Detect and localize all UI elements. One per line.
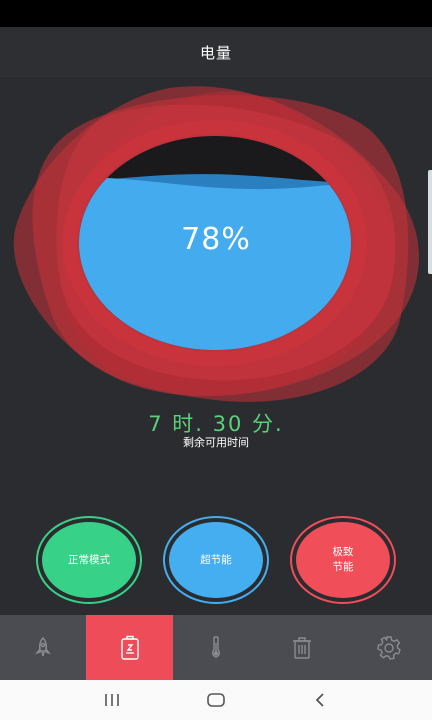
- recents-button[interactable]: [92, 680, 132, 720]
- normal-mode-button[interactable]: 正常模式: [36, 516, 142, 604]
- home-icon: [207, 693, 225, 707]
- normal-mode-label: 正常模式: [42, 522, 136, 598]
- battery-percent: 78%: [181, 222, 251, 257]
- app-screen: 电量 78% 7 时. 30 分. 剩余可用时间 正常模式 超节能 极致 节能: [0, 0, 432, 720]
- tab-clean[interactable]: [259, 615, 345, 680]
- system-navigation-bar: [0, 680, 432, 720]
- super-saver-label: 超节能: [169, 522, 263, 598]
- tab-temperature[interactable]: [173, 615, 259, 680]
- extreme-saver-label: 极致 节能: [296, 522, 390, 598]
- tab-settings[interactable]: [346, 615, 432, 680]
- rocket-icon: [35, 636, 52, 656]
- home-button[interactable]: [196, 680, 236, 720]
- page-title: 电量: [199, 44, 232, 62]
- back-button[interactable]: [300, 680, 340, 720]
- remaining-time-caption: 剩余可用时间: [183, 436, 249, 449]
- thermometer-icon: [211, 635, 220, 658]
- tab-battery[interactable]: [86, 615, 173, 680]
- app-header: 电量: [0, 27, 432, 79]
- super-saver-button[interactable]: 超节能: [163, 516, 269, 604]
- back-icon: [315, 693, 324, 707]
- gear-icon: [376, 635, 401, 660]
- extreme-saver-button[interactable]: 极致 节能: [290, 516, 396, 604]
- trash-icon: [293, 636, 312, 659]
- scroll-indicator[interactable]: [428, 170, 432, 274]
- battery-icon: [120, 635, 139, 660]
- bottom-tab-bar: [0, 615, 432, 680]
- tab-boost[interactable]: [0, 615, 86, 680]
- recents-icon: [105, 694, 119, 706]
- status-bar: [0, 0, 432, 27]
